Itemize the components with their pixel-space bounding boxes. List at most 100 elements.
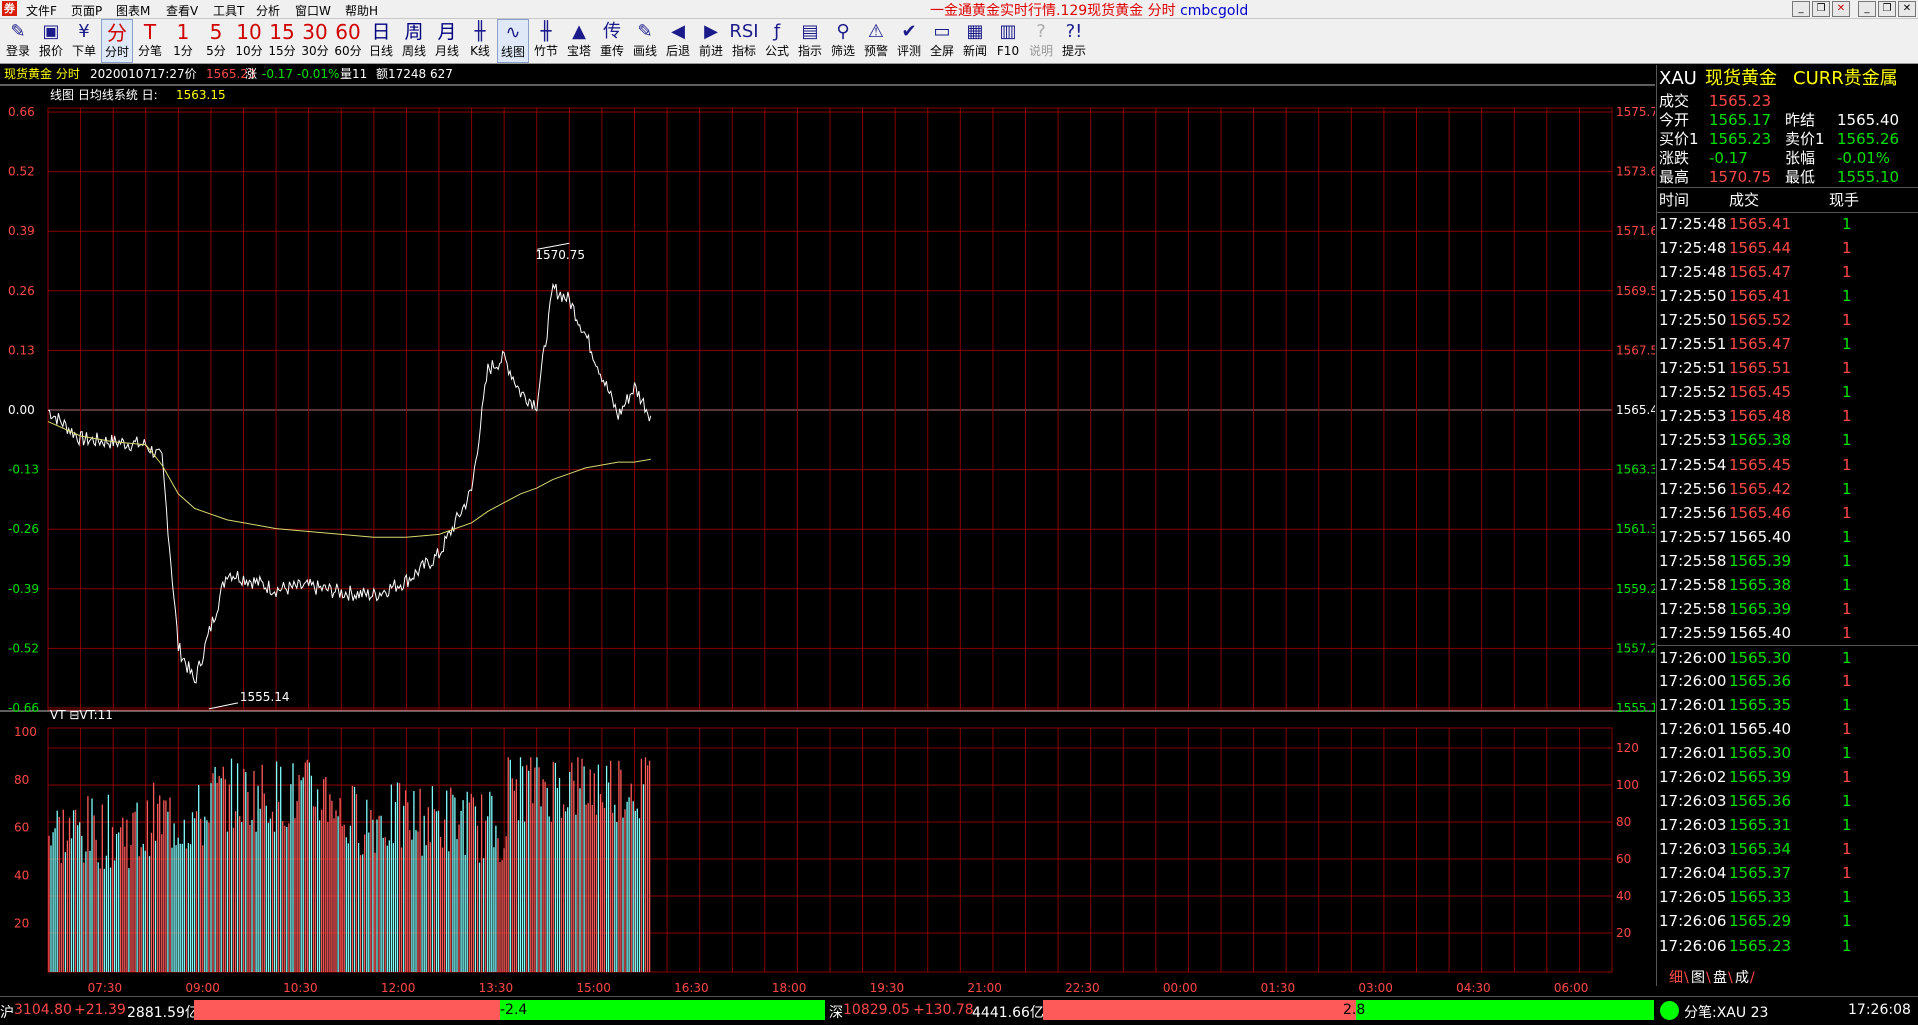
trade-time: 17:25:56: [1659, 503, 1727, 522]
toolbar-label-32: 提示: [1061, 44, 1086, 58]
toolbar-button-0[interactable]: ✎ 登录: [2, 19, 34, 63]
restore-icon[interactable]: ❐: [1878, 1, 1896, 17]
tab-depth[interactable]: 盘: [1713, 971, 1727, 985]
toolbar-button-3[interactable]: 分分时: [101, 19, 133, 63]
quote-label: 买价1: [1659, 130, 1699, 148]
toolbar-button-19[interactable]: ✎ 画线: [629, 19, 661, 63]
toolbar-button-29[interactable]: ▦ 新闻: [959, 19, 991, 63]
toolbar-button-20[interactable]: ◀ 后退: [662, 19, 694, 63]
toolbar-icon-0: ✎: [10, 21, 26, 42]
toolbar-button-4[interactable]: T 分笔: [134, 19, 166, 63]
quote-value: 1565.40: [1837, 111, 1900, 129]
trade-volume: 1: [1842, 287, 1852, 306]
toolbar-button-10[interactable]: 60 60分: [332, 19, 364, 63]
toolbar-button-8[interactable]: 15 15分: [266, 19, 298, 63]
toolbar-button-27[interactable]: ✔ 评测: [893, 19, 925, 63]
trade-volume: 1: [1842, 359, 1852, 378]
toolbar-icon-27: ✔: [901, 21, 917, 42]
toolbar-button-26[interactable]: ⚠ 预警: [860, 19, 892, 63]
toolbar-button-24[interactable]: ▤ 指示: [794, 19, 826, 63]
inner-minimize-icon[interactable]: _: [1792, 1, 1810, 17]
toolbar-button-9[interactable]: 30 30分: [299, 19, 331, 63]
right-tick-label: 1573.6: [1616, 165, 1655, 179]
menu-help[interactable]: 帮助H: [345, 2, 378, 19]
toolbar-label-22: 指标: [731, 44, 756, 58]
average-line: [47, 421, 651, 538]
menu-page[interactable]: 页面P: [71, 2, 102, 19]
toolbar-button-22[interactable]: RSI 指标: [728, 19, 760, 63]
toolbar-button-5[interactable]: 1 1分: [167, 19, 199, 63]
toolbar-button-25[interactable]: ⚲ 筛选: [827, 19, 859, 63]
toolbar-label-12: 周线: [401, 44, 426, 58]
toolbar-button-7[interactable]: 10 10分: [233, 19, 265, 63]
toolbar-button-16[interactable]: ╫ 竹节: [530, 19, 562, 63]
toolbar-button-30[interactable]: ▥ F10: [992, 19, 1024, 63]
toolbar-button-12[interactable]: 周周线: [398, 19, 430, 63]
menu-file[interactable]: 文件F: [26, 2, 57, 19]
trade-row: 17:26:00 1565.30 1: [1657, 644, 1918, 670]
trade-price: 1565.29: [1729, 912, 1792, 931]
time-tick-label: 01:30: [1261, 981, 1296, 995]
window-controls: _ ❐ ✕ _ ❐ ✕: [1792, 1, 1916, 17]
toolbar-icon-31: ?: [1036, 21, 1046, 42]
menu-view[interactable]: 查看V: [166, 2, 198, 19]
time-tick-label: 12:00: [381, 981, 416, 995]
toolbar-button-15[interactable]: ∿ 线图: [497, 19, 529, 63]
trade-volume: 1: [1842, 527, 1852, 546]
toolbar-button-18[interactable]: 传重传: [596, 19, 628, 63]
toolbar-icon-30: ▥: [999, 21, 1017, 42]
trade-price: 1565.47: [1729, 263, 1792, 282]
toolbar-button-21[interactable]: ▶ 前进: [695, 19, 727, 63]
trade-row: 17:26:06 1565.23 1: [1657, 934, 1918, 958]
toolbar-button-28[interactable]: ▭ 全屏: [926, 19, 958, 63]
inner-restore-icon[interactable]: ❐: [1812, 1, 1830, 17]
toolbar-button-31[interactable]: ? 说明: [1025, 19, 1057, 63]
menu-chart[interactable]: 图表M: [116, 2, 150, 19]
menu-window[interactable]: 窗口W: [295, 2, 331, 19]
tab-chart[interactable]: 图: [1691, 971, 1705, 985]
right-tick-label: 1569.5: [1616, 284, 1655, 298]
tab-detail[interactable]: 细: [1669, 971, 1683, 985]
trade-volume: 1: [1842, 888, 1852, 907]
toolbar-button-17[interactable]: ▲ 宝塔: [563, 19, 595, 63]
trade-row: 17:25:48 1565.47 1: [1657, 260, 1918, 284]
trade-price: 1565.39: [1729, 551, 1792, 570]
tab-trades[interactable]: 成: [1735, 971, 1749, 985]
toolbar-button-13[interactable]: 月月线: [431, 19, 463, 63]
toolbar-button-23[interactable]: ƒ 公式: [761, 19, 793, 63]
toolbar-button-1[interactable]: ▣ 报价: [35, 19, 67, 63]
sz-amount: 4441.66亿: [972, 1005, 1044, 1021]
toolbar-button-32[interactable]: ?! 提示: [1058, 19, 1090, 63]
left-tick-label: 0.13: [8, 343, 35, 357]
toolbar-icon-22: RSI: [729, 21, 759, 42]
inner-close-icon[interactable]: ✕: [1832, 1, 1850, 17]
sh-index: 3104.80: [14, 1002, 72, 1018]
toolbar-button-14[interactable]: ╫ K线: [464, 19, 496, 63]
menu-analysis[interactable]: 分析: [256, 2, 280, 19]
toolbar-icon-32: ?!: [1065, 21, 1083, 42]
trade-row: 17:25:53 1565.38 1: [1657, 428, 1918, 452]
quote-value: 1555.10: [1837, 168, 1900, 186]
quote-panel-header: XAU 现货黄金 CURR贵金属: [1657, 65, 1918, 92]
close-icon[interactable]: ✕: [1898, 1, 1916, 17]
trade-time: 17:25:58: [1659, 599, 1727, 618]
sz-bar-red: [1043, 1000, 1356, 1020]
time-tick-label: 16:30: [674, 981, 709, 995]
price-lines: [47, 242, 652, 710]
trade-volume: 1: [1842, 215, 1852, 233]
trade-time: 17:25:57: [1659, 527, 1727, 546]
minimize-icon[interactable]: _: [1858, 1, 1876, 17]
trade-row: 17:26:01 1565.35 1: [1657, 693, 1918, 717]
toolbar-button-6[interactable]: 5 5分: [200, 19, 232, 63]
toolbar-button-2[interactable]: ¥ 下单: [68, 19, 100, 63]
menu-tools[interactable]: 工具T: [213, 2, 244, 19]
quote-label: 昨结: [1785, 111, 1816, 129]
quote-label: 今开: [1659, 111, 1690, 129]
toolbar-button-11[interactable]: 日日线: [365, 19, 397, 63]
trade-time: 17:25:53: [1659, 407, 1727, 426]
toolbar-icon-3: 分: [107, 21, 127, 45]
intraday-chart[interactable]: 0.66 1575.7 0.52 1573.6 0.39 1571.6 0.26 1569.5…: [0, 84, 1655, 996]
trade-volume: 1: [1842, 383, 1852, 402]
info-vol: 量11: [340, 67, 368, 81]
left-tick-label: 0.52: [8, 165, 35, 179]
